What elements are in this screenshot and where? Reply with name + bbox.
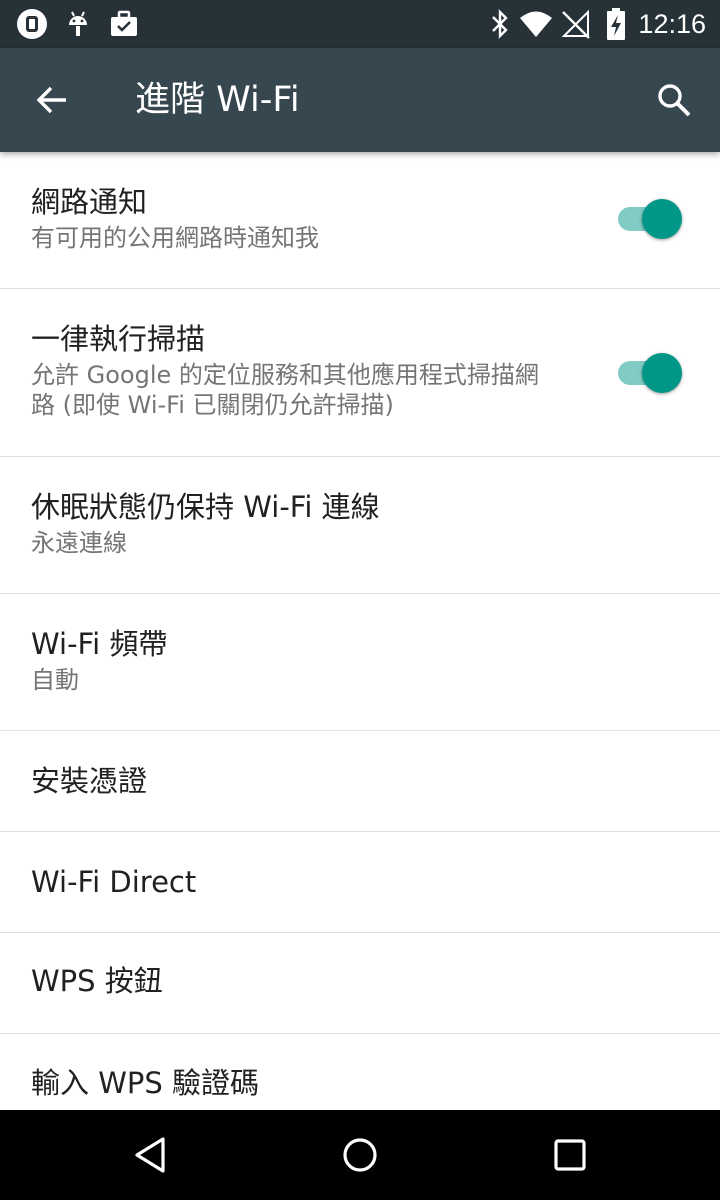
- android-icon: [60, 6, 96, 42]
- no-sim-icon: [558, 6, 594, 42]
- recents-square-icon[interactable]: [540, 1125, 600, 1185]
- back-triangle-icon[interactable]: [120, 1125, 180, 1185]
- setting-always-scan[interactable]: 一律執行掃描 允許 Google 的定位服務和其他應用程式掃描網路 (即使 Wi…: [0, 289, 720, 457]
- bluetooth-icon: [482, 6, 518, 42]
- setting-wps-button[interactable]: WPS 按鈕: [0, 933, 720, 1034]
- app-bar: 進階 Wi-Fi: [0, 48, 720, 152]
- always-scan-toggle[interactable]: [616, 351, 684, 395]
- network-notification-toggle[interactable]: [616, 197, 684, 241]
- setting-title: Wi-Fi Direct: [31, 865, 197, 899]
- setting-title: 休眠狀態仍保持 Wi-Fi 連線: [31, 490, 380, 524]
- arrow-back-icon[interactable]: [24, 76, 80, 124]
- setting-title: 安裝憑證: [31, 764, 148, 798]
- search-icon[interactable]: [650, 76, 698, 124]
- wifi-icon: [518, 6, 554, 42]
- watch-icon: [14, 6, 50, 42]
- setting-wifi-band[interactable]: Wi-Fi 頻帶 自動: [0, 594, 720, 731]
- page-title: 進階 Wi-Fi: [135, 80, 300, 120]
- status-clock: 12:16: [638, 9, 706, 39]
- setting-keep-wifi-on-sleep[interactable]: 休眠狀態仍保持 Wi-Fi 連線 永遠連線: [0, 457, 720, 594]
- setting-title: 網路通知: [31, 185, 148, 219]
- screen: 12:16 進階 Wi-Fi 網路通知 有可用的公用網路時通知我 一律執行掃描 …: [0, 0, 720, 1200]
- setting-title: 一律執行掃描: [31, 322, 206, 356]
- setting-summary: 有可用的公用網路時通知我: [31, 224, 319, 252]
- home-circle-icon[interactable]: [330, 1125, 390, 1185]
- briefcase-icon: [106, 6, 142, 42]
- settings-list: 網路通知 有可用的公用網路時通知我 一律執行掃描 允許 Google 的定位服務…: [0, 152, 720, 1135]
- setting-summary: 永遠連線: [31, 529, 127, 557]
- setting-summary: 自動: [31, 666, 79, 694]
- toggle-thumb: [642, 199, 682, 239]
- navigation-bar: [0, 1110, 720, 1200]
- status-bar: 12:16: [0, 0, 720, 48]
- setting-wifi-direct[interactable]: Wi-Fi Direct: [0, 832, 720, 933]
- setting-title: Wi-Fi 頻帶: [31, 627, 168, 661]
- setting-install-certificates[interactable]: 安裝憑證: [0, 731, 720, 832]
- toggle-thumb: [642, 353, 682, 393]
- setting-title: WPS 按鈕: [31, 964, 163, 998]
- battery-charging-icon: [598, 6, 634, 42]
- setting-summary: 允許 Google 的定位服務和其他應用程式掃描網路 (即使 Wi-Fi 已關閉…: [31, 361, 539, 419]
- setting-network-notification[interactable]: 網路通知 有可用的公用網路時通知我: [0, 152, 720, 289]
- setting-title: 輸入 WPS 驗證碼: [31, 1066, 260, 1100]
